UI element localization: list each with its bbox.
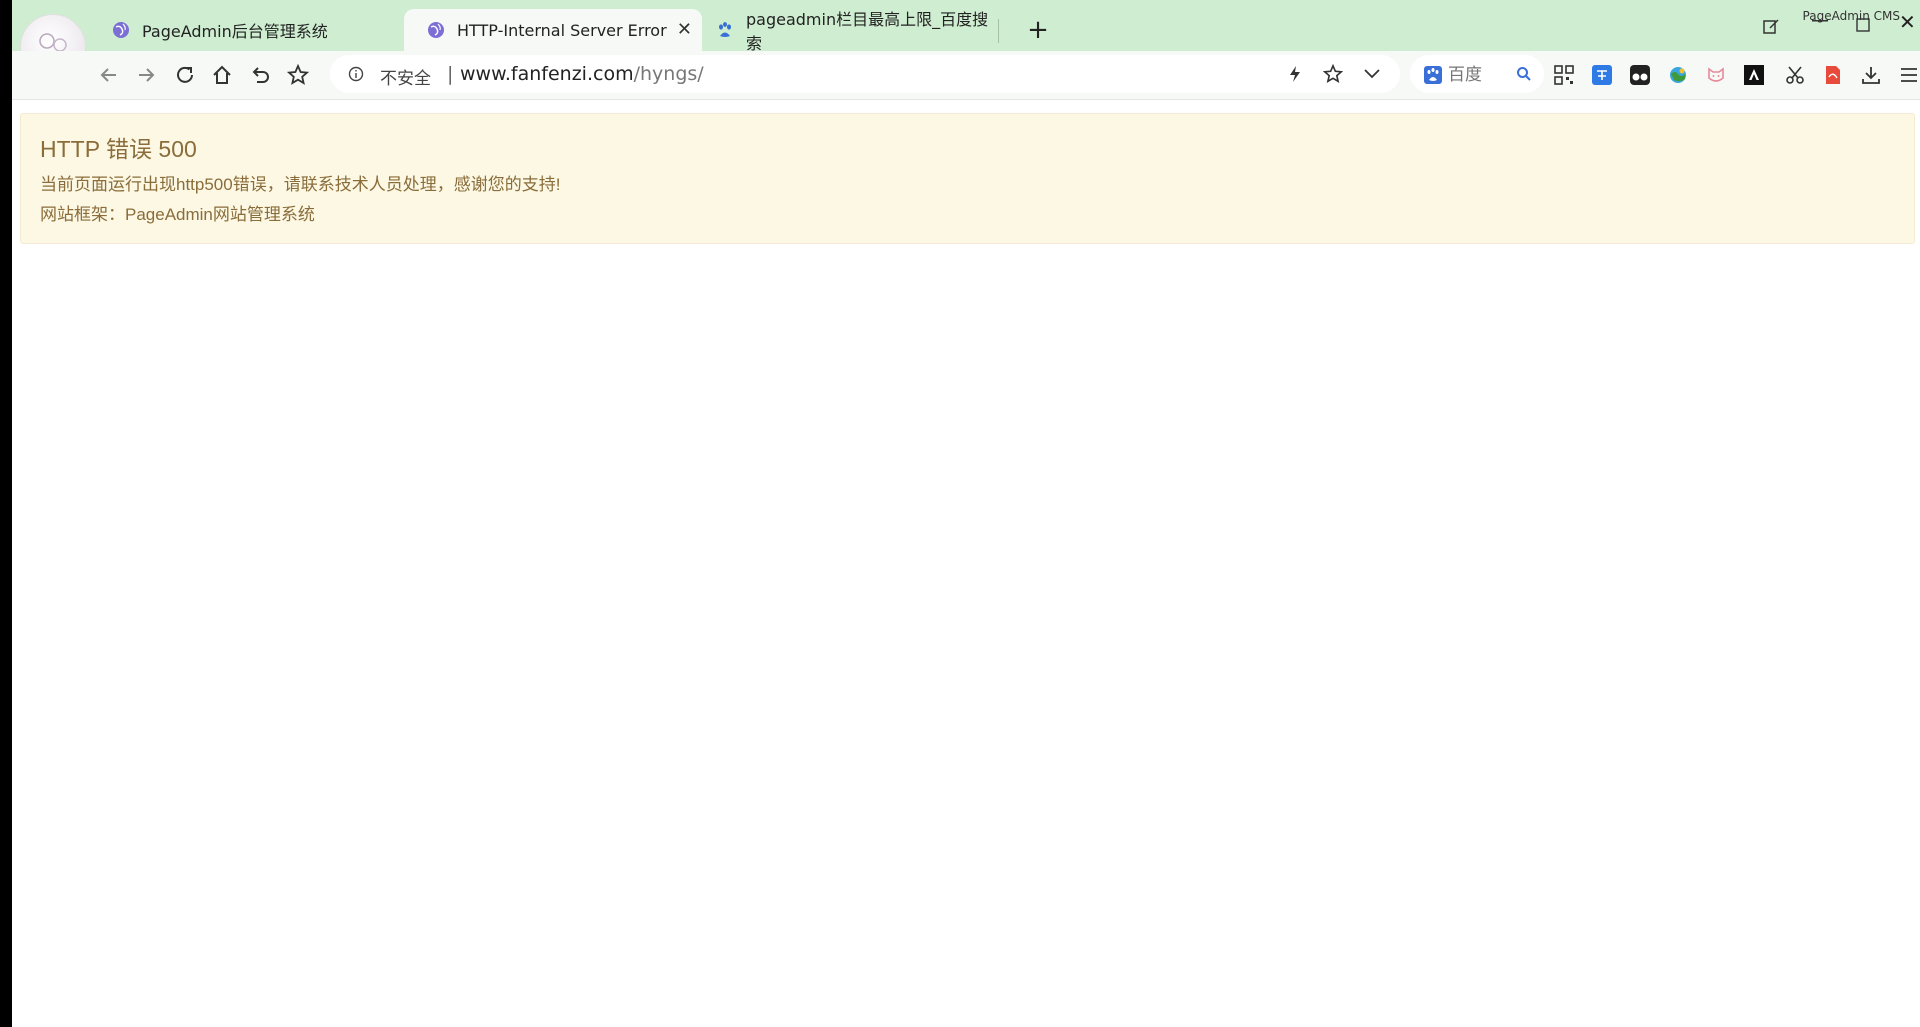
info-icon[interactable] — [348, 66, 364, 82]
left-window-edge — [0, 0, 12, 1027]
app-label: PageAdmin CMS — [1802, 9, 1900, 23]
framework-info: 网站框架：PageAdmin网站管理系统 — [40, 205, 315, 224]
favorites-star-icon[interactable] — [285, 62, 311, 88]
atm-icon[interactable] — [1743, 64, 1765, 86]
browser-chrome: PageAdmin后台管理系统 HTTP-Internal Server Err… — [12, 0, 1920, 100]
close-window-icon[interactable]: ✕ — [1899, 10, 1916, 34]
undo-close-icon[interactable] — [247, 62, 273, 88]
error-alert-panel: HTTP 错误 500 当前页面运行出现http500错误，请联系技术人员处理，… — [20, 113, 1915, 244]
tab-pageadmin-backend[interactable]: PageAdmin后台管理系统 — [112, 9, 412, 51]
download-icon[interactable] — [1860, 64, 1882, 86]
navigation-toolbar: 不安全 | www.fanfenzi.com/hyngs/ — [12, 51, 1920, 100]
close-tab-icon[interactable]: ✕ — [677, 19, 692, 40]
translate-icon[interactable] — [1591, 64, 1613, 86]
tab-title: pageadmin栏目最高上限_百度搜索 — [746, 10, 989, 53]
search-box[interactable] — [1410, 55, 1544, 93]
search-icon[interactable] — [1516, 66, 1532, 82]
address-bar[interactable]: 不安全 | www.fanfenzi.com/hyngs/ — [330, 55, 1400, 93]
url-text[interactable]: www.fanfenzi.com/hyngs/ — [460, 63, 704, 85]
tab-internal-server-error[interactable]: HTTP-Internal Server Error ✕ — [404, 9, 702, 51]
home-icon[interactable] — [209, 62, 235, 88]
chevron-down-icon[interactable] — [1363, 67, 1381, 81]
menu-icon[interactable] — [1898, 64, 1920, 86]
tab-title: HTTP-Internal Server Error — [457, 20, 667, 40]
tab-bar: PageAdmin后台管理系统 HTTP-Internal Server Err… — [12, 0, 1920, 80]
edit-note-icon[interactable] — [1762, 17, 1780, 35]
globe-extension-icon[interactable] — [1667, 64, 1689, 86]
baidu-paw-icon — [719, 22, 731, 37]
reload-icon[interactable] — [172, 62, 198, 88]
qr-code-icon[interactable] — [1553, 64, 1575, 86]
pdf-icon[interactable] — [1822, 64, 1844, 86]
tab-title: PageAdmin后台管理系统 — [142, 22, 328, 41]
error-message: 当前页面运行出现http500错误，请联系技术人员处理，感谢您的支持! — [40, 175, 561, 194]
address-separator: | — [447, 63, 454, 85]
back-icon[interactable] — [96, 62, 122, 88]
url-host: www.fanfenzi.com — [460, 63, 634, 85]
bookmark-star-icon[interactable] — [1323, 64, 1343, 84]
error-title: HTTP 错误 500 — [40, 136, 197, 162]
baidu-icon[interactable] — [1424, 66, 1442, 84]
cat-face-icon[interactable] — [1705, 64, 1727, 86]
url-path: /hyngs/ — [633, 63, 704, 85]
tab-baidu-search[interactable]: pageadmin栏目最高上限_百度搜索 — [716, 9, 998, 53]
tab-separator — [998, 19, 999, 43]
new-tab-button[interactable]: + — [1022, 14, 1054, 46]
search-input[interactable] — [1446, 63, 1512, 87]
globe-icon — [428, 22, 444, 38]
forward-icon[interactable] — [133, 62, 159, 88]
lightning-icon[interactable] — [1285, 64, 1305, 84]
security-status-label[interactable]: 不安全 — [380, 64, 431, 89]
globe-icon — [113, 22, 129, 38]
tampermonkey-icon[interactable] — [1629, 64, 1651, 86]
scissors-icon[interactable] — [1784, 64, 1806, 86]
